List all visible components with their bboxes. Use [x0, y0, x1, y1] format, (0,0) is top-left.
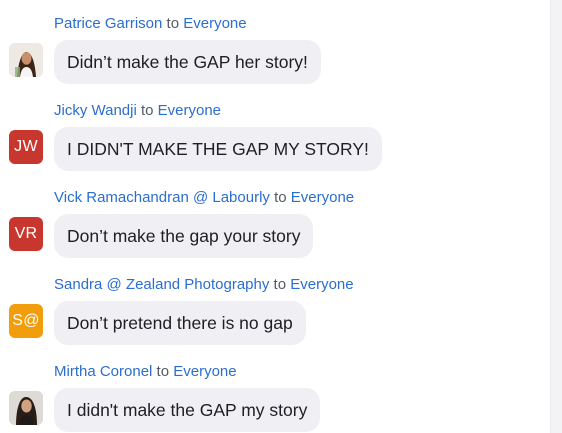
avatar-initials-text: JW — [14, 138, 38, 155]
recipient-name[interactable]: Everyone — [183, 15, 246, 32]
message-bubble: I didn't make the GAP my story — [54, 388, 321, 432]
message-header: Patrice Garrison to Everyone — [54, 14, 247, 34]
message-bubble: Don’t make the gap your story — [54, 214, 314, 258]
message-header: Sandra @ Zealand Photography to Everyone — [54, 275, 354, 295]
avatar-initials[interactable]: JW — [9, 130, 43, 164]
to-label: to — [274, 189, 287, 206]
avatar-photo[interactable] — [9, 391, 43, 425]
to-label: to — [140, 102, 154, 119]
sender-name[interactable]: Jicky Wandji — [54, 102, 137, 119]
avatar-photo[interactable] — [9, 43, 43, 77]
avatar-initials[interactable]: VR — [9, 217, 43, 251]
message-header: Jicky Wandji to Everyone — [54, 101, 221, 121]
recipient-name[interactable]: Everyone — [290, 276, 353, 293]
message-bubble: Don’t pretend there is no gap — [54, 301, 306, 345]
sender-name[interactable]: Vick Ramachandran @ Labourly — [54, 189, 270, 206]
sender-name[interactable]: Sandra @ Zealand Photography — [54, 276, 269, 293]
avatar-initials-text: VR — [14, 225, 38, 242]
scrollbar[interactable] — [550, 0, 562, 433]
chat-panel: Patrice Garrison to Everyone Didn’t make… — [0, 0, 562, 433]
recipient-name[interactable]: Everyone — [173, 363, 236, 380]
message-bubble: Didn’t make the GAP her story! — [54, 40, 321, 84]
chat-message: Jicky Wandji to Everyone JW I DIDN'T MAK… — [0, 101, 540, 181]
to-label: to — [156, 363, 170, 380]
chat-message: Vick Ramachandran @ Labourly to Everyone… — [0, 188, 540, 268]
chat-message: Mirtha Coronel to Everyone I didn't make… — [0, 362, 540, 433]
avatar-initials[interactable]: S@ — [9, 304, 43, 338]
sender-name[interactable]: Patrice Garrison — [54, 15, 162, 32]
recipient-name[interactable]: Everyone — [158, 102, 221, 119]
woman-photo-avatar-icon — [9, 43, 43, 77]
recipient-name[interactable]: Everyone — [291, 189, 354, 206]
to-label: to — [166, 15, 180, 32]
message-bubble: I DIDN'T MAKE THE GAP MY STORY! — [54, 127, 382, 171]
chat-message: Patrice Garrison to Everyone Didn’t make… — [0, 14, 540, 94]
message-header: Vick Ramachandran @ Labourly to Everyone — [54, 188, 354, 208]
woman-photo-avatar-icon — [9, 391, 43, 425]
to-label: to — [273, 276, 287, 293]
chat-message: Sandra @ Zealand Photography to Everyone… — [0, 275, 540, 355]
message-header: Mirtha Coronel to Everyone — [54, 362, 237, 382]
avatar-initials-text: S@ — [12, 312, 40, 329]
sender-name[interactable]: Mirtha Coronel — [54, 363, 152, 380]
